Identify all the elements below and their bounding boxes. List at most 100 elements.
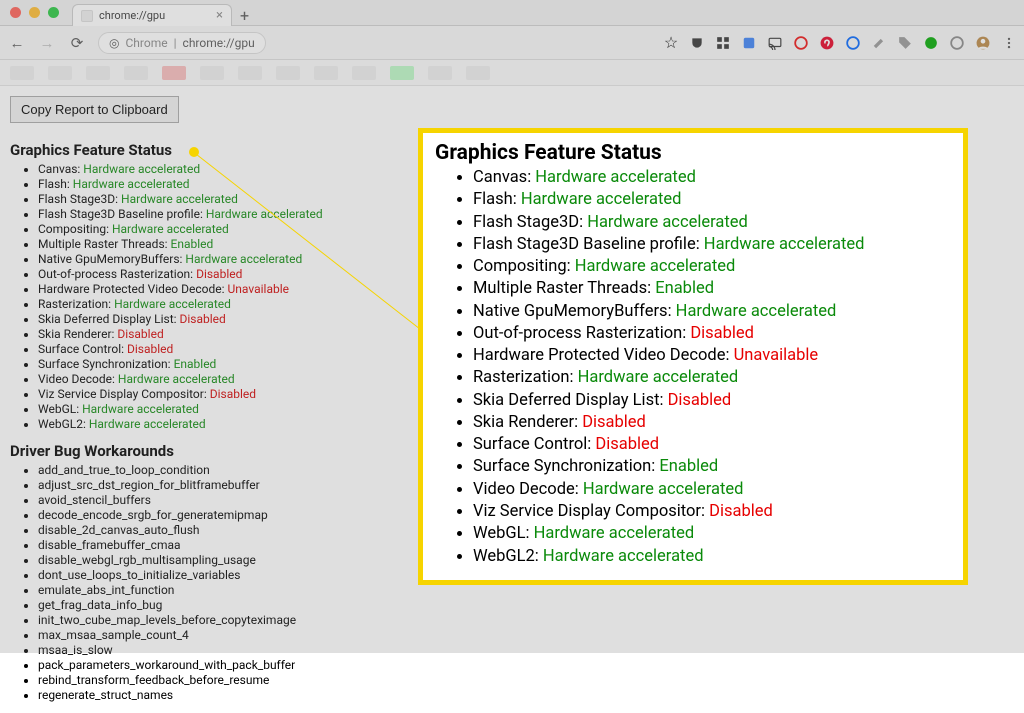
bookmark-item[interactable] (390, 66, 414, 80)
circle-grey-icon[interactable] (950, 36, 964, 50)
annotation-dot (189, 147, 199, 157)
feature-name: Hardware Protected Video Decode: (473, 346, 734, 365)
feature-name: Canvas: (38, 162, 83, 176)
feature-status: Enabled (655, 279, 714, 298)
feature-status: Disabled (595, 435, 659, 454)
feature-status: Hardware accelerated (89, 417, 206, 431)
back-button[interactable]: ← (8, 34, 26, 52)
address-url: chrome://gpu (183, 36, 255, 50)
feature-name: Flash Stage3D Baseline profile: (473, 235, 704, 254)
callout-panel: Graphics Feature Status Canvas: Hardware… (418, 128, 968, 585)
workaround-item: pack_parameters_workaround_with_pack_buf… (38, 658, 1014, 673)
workaround-item: max_msaa_sample_count_4 (38, 628, 1014, 643)
badge-icon[interactable] (742, 36, 756, 50)
circle-blue-icon[interactable] (846, 36, 860, 50)
feature-status: Disabled (117, 327, 163, 341)
avatar-icon[interactable] (976, 36, 990, 50)
feature-status: Enabled (659, 457, 718, 476)
bookmarks-bar (0, 60, 1024, 86)
feature-name: Surface Synchronization: (38, 357, 174, 371)
feature-name: Compositing: (38, 222, 112, 236)
feature-status: Hardware accelerated (578, 368, 739, 387)
feature-name: Multiple Raster Threads: (473, 279, 655, 298)
bookmark-item[interactable] (86, 66, 110, 80)
workaround-item: init_two_cube_map_levels_before_copytexi… (38, 613, 1014, 628)
feature-row: Skia Deferred Display List: Disabled (473, 390, 951, 412)
bookmark-item[interactable] (48, 66, 72, 80)
feature-row: WebGL2: Hardware accelerated (473, 546, 951, 568)
feature-row: Flash: Hardware accelerated (473, 189, 951, 211)
feature-status: Enabled (174, 357, 217, 371)
new-tab-button[interactable]: + (240, 6, 249, 25)
feature-name: Skia Deferred Display List: (38, 312, 180, 326)
bookmark-item[interactable] (162, 66, 186, 80)
browser-tab[interactable]: chrome://gpu × (72, 4, 232, 26)
feature-name: Surface Control: (473, 435, 595, 454)
feature-name: Flash Stage3D Baseline profile: (38, 207, 206, 221)
grid-icon[interactable] (716, 36, 730, 50)
bookmark-item[interactable] (428, 66, 452, 80)
bookmark-item[interactable] (352, 66, 376, 80)
bookmark-item[interactable] (200, 66, 224, 80)
menu-icon[interactable] (1002, 36, 1016, 50)
feature-name: Video Decode: (38, 372, 118, 386)
forward-button[interactable]: → (38, 34, 56, 52)
feature-status: Disabled (127, 342, 173, 356)
bookmark-item[interactable] (466, 66, 490, 80)
traffic-light-close[interactable] (10, 7, 21, 18)
reload-button[interactable]: ⟳ (68, 34, 86, 52)
circle-green-icon[interactable] (924, 36, 938, 50)
feature-name: Rasterization: (38, 297, 114, 311)
feature-status: Hardware accelerated (521, 190, 682, 209)
feature-name: Flash Stage3D: (38, 192, 121, 206)
bookmark-item[interactable] (124, 66, 148, 80)
tag-icon[interactable] (898, 36, 912, 50)
feature-status: Hardware accelerated (587, 213, 748, 232)
workaround-item: get_frag_data_info_bug (38, 598, 1014, 613)
bookmark-item[interactable] (10, 66, 34, 80)
edit-icon[interactable] (872, 36, 886, 50)
feature-row: Out-of-process Rasterization: Disabled (473, 323, 951, 345)
callout-list: Canvas: Hardware acceleratedFlash: Hardw… (435, 167, 951, 568)
traffic-light-minimize[interactable] (29, 7, 40, 18)
feature-status: Disabled (709, 502, 773, 521)
feature-status: Disabled (690, 324, 754, 343)
bookmark-item[interactable] (276, 66, 300, 80)
copy-report-button[interactable]: Copy Report to Clipboard (10, 96, 179, 123)
address-sep: | (174, 36, 177, 50)
feature-name: Skia Renderer: (38, 327, 117, 341)
feature-name: Skia Renderer: (473, 413, 582, 432)
toolbar-right: ☆ (664, 36, 1016, 50)
feature-name: WebGL2: (473, 547, 543, 566)
address-input[interactable]: ◎ Chrome | chrome://gpu (98, 32, 266, 54)
cast-icon[interactable] (768, 36, 782, 50)
callout-heading: Graphics Feature Status (435, 141, 951, 165)
circle-red-icon[interactable] (794, 36, 808, 50)
star-icon[interactable]: ☆ (664, 36, 678, 50)
feature-row: Compositing: Hardware accelerated (473, 256, 951, 278)
feature-status: Unavailable (228, 282, 289, 296)
feature-name: Surface Control: (38, 342, 127, 356)
feature-name: Native GpuMemoryBuffers: (473, 302, 676, 321)
chrome-scheme-icon: ◎ (109, 36, 119, 50)
pocket-icon[interactable] (690, 36, 704, 50)
feature-row: Canvas: Hardware accelerated (473, 167, 951, 189)
traffic-light-zoom[interactable] (48, 7, 59, 18)
feature-name: WebGL2: (38, 417, 89, 431)
feature-row: Hardware Protected Video Decode: Unavail… (473, 345, 951, 367)
pinterest-icon[interactable] (820, 36, 834, 50)
tab-title: chrome://gpu (99, 9, 165, 22)
workaround-item: rebind_transform_feedback_before_resume (38, 673, 1014, 688)
tab-favicon (81, 10, 93, 22)
feature-status: Hardware accelerated (83, 162, 200, 176)
bookmark-item[interactable] (238, 66, 262, 80)
feature-name: Rasterization: (473, 368, 578, 387)
tab-close-icon[interactable]: × (216, 9, 223, 22)
feature-status: Hardware accelerated (575, 257, 736, 276)
bookmark-item[interactable] (314, 66, 338, 80)
feature-row: Skia Renderer: Disabled (473, 412, 951, 434)
feature-row: Flash Stage3D: Hardware accelerated (473, 212, 951, 234)
feature-status: Hardware accelerated (534, 524, 695, 543)
feature-name: Viz Service Display Compositor: (473, 502, 709, 521)
feature-status: Hardware accelerated (185, 252, 302, 266)
